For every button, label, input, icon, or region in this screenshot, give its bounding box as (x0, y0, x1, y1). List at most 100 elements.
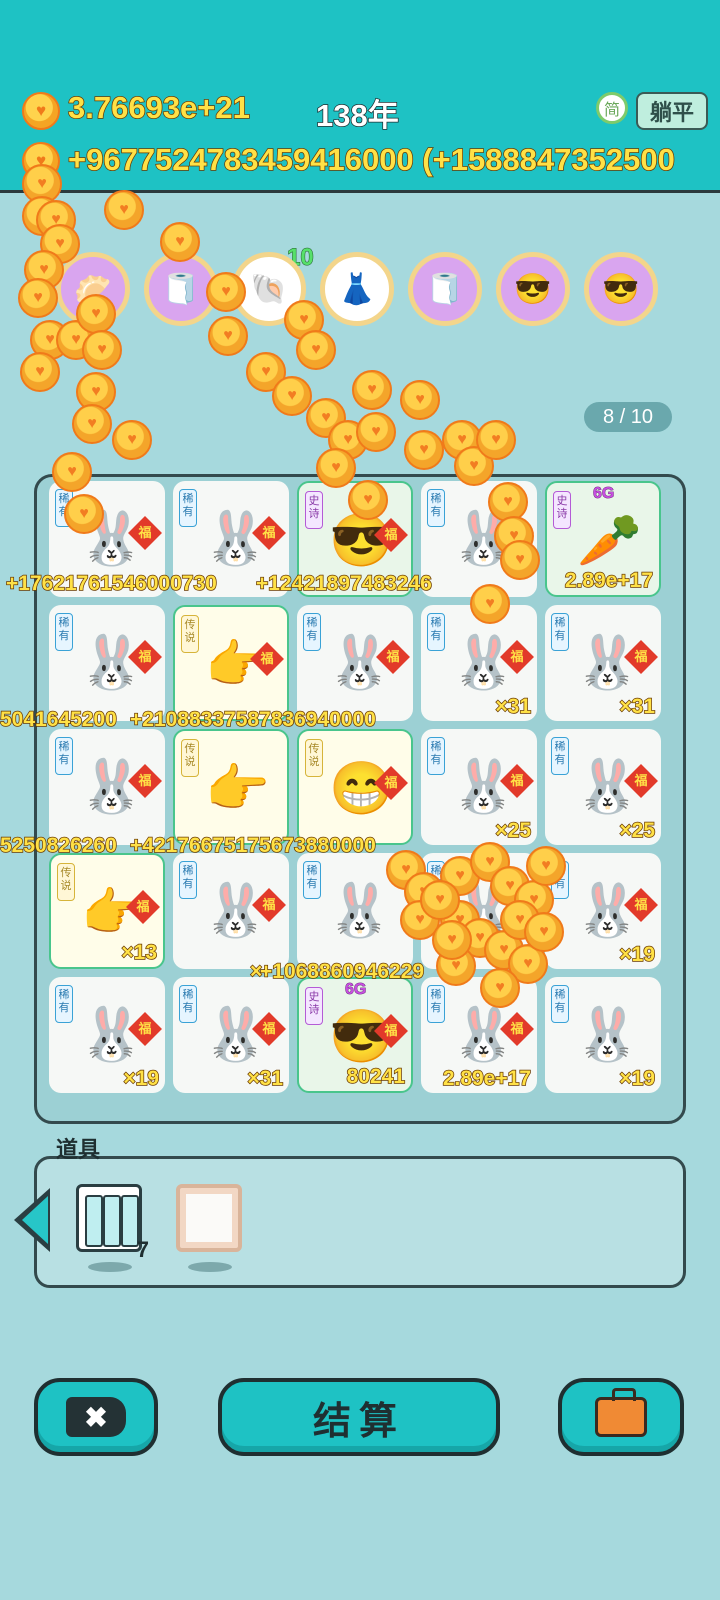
board-cell-legend[interactable]: 传说 👉 福 ×13 (49, 853, 165, 969)
board-cell-legend[interactable]: 传说 👉 福 (173, 605, 289, 721)
floating-gain-3: 5041645200 (0, 707, 118, 732)
flying-coin-icon: ♥ (400, 380, 440, 420)
prop-shadow (188, 1262, 232, 1272)
board-cell-rare[interactable]: 稀有 🐰 福 ×25 (421, 729, 537, 845)
board-cell-rare[interactable]: 稀有 🐰 福 ×31 (173, 977, 289, 1093)
flying-coin-icon: ♥ (18, 278, 58, 318)
rarity-tag: 传说 (181, 739, 199, 777)
fu-label: 福 (262, 897, 276, 912)
fu-diamond-icon: 福 (128, 1012, 162, 1046)
rarity-tag: 史诗 (305, 491, 323, 529)
cell-value: ×31 (495, 694, 532, 719)
rarity-tag: 稀有 (55, 737, 73, 775)
props-title: 道具 (56, 1137, 101, 1162)
rarity-tag: 稀有 (427, 489, 445, 527)
board-cell-rare[interactable]: 稀有 🐰 福 ×31 (545, 605, 661, 721)
fu-label: 福 (262, 525, 276, 540)
board-cell-rare[interactable]: 稀有 🐰 福 2.89e+17 (421, 977, 537, 1093)
board-cell-epic[interactable]: 史诗 6G 😎 福 80241 (297, 977, 413, 1093)
flying-coin-icon: ♥ (316, 448, 356, 488)
close-button[interactable]: ✖ (34, 1378, 158, 1456)
pointing-hand-icon: 👉 (205, 760, 270, 818)
fu-label: 福 (384, 775, 398, 790)
battery-prop-count: 7 (136, 1237, 149, 1262)
settle-button[interactable]: 结算 (218, 1378, 500, 1456)
floating-gain-4: +21088337587836940000 (129, 707, 376, 732)
fu-diamond-icon: 福 (252, 1012, 286, 1046)
fu-diamond-icon: 福 (374, 1014, 408, 1048)
flying-coin-icon: ♥ (206, 272, 246, 312)
flying-coin-icon: ♥ (352, 370, 392, 410)
rarity-tag: 传说 (181, 615, 199, 653)
floating-gain-2: +12421897483246 (255, 571, 432, 596)
props-prev-arrow-inner (22, 1196, 48, 1244)
rabbit-icon: 🐰 (327, 882, 392, 940)
fu-diamond-icon: 福 (126, 890, 160, 924)
cell-value: ×19 (619, 942, 656, 967)
badge-row: 10 🥟 🧻 🐚 👗 🧻 😎 😎 (56, 244, 676, 332)
board-cell-rare[interactable]: 稀有 🐰 福 ×31 (421, 605, 537, 721)
rarity-tag: 稀有 (179, 985, 197, 1023)
flying-coin-icon: ♥ (432, 920, 472, 960)
cell-value: ×13 (121, 940, 158, 965)
flying-coin-icon: ♥ (296, 330, 336, 370)
flying-coin-icon: ♥ (476, 420, 516, 460)
fu-label: 福 (138, 525, 152, 540)
rarity-tag: 稀有 (303, 613, 321, 651)
fu-diamond-icon: 福 (500, 1012, 534, 1046)
fu-diamond-icon: 福 (624, 640, 658, 674)
fu-label: 福 (138, 773, 152, 788)
fu-label: 福 (138, 649, 152, 664)
board-cell-rare[interactable]: 稀有🐰福 (173, 853, 289, 969)
fu-label: 福 (386, 649, 400, 664)
fu-diamond-icon: 福 (624, 764, 658, 798)
flying-coin-icon: ♥ (20, 352, 60, 392)
language-toggle-button[interactable]: 简 (596, 92, 628, 124)
cool-character-icon[interactable]: 😎 (584, 252, 658, 326)
fu-label: 福 (510, 1021, 524, 1036)
close-icon: ✖ (66, 1397, 126, 1437)
board-cell-rare[interactable]: 稀有 🐰 福 ×25 (545, 729, 661, 845)
rarity-tag: 史诗 (305, 987, 323, 1025)
fu-diamond-icon: 福 (252, 888, 286, 922)
frame-prop[interactable] (176, 1184, 242, 1252)
cell-value: 2.89e+17 (564, 568, 654, 593)
rabbit-icon: 🐰 (575, 1006, 640, 1064)
skirt-icon[interactable]: 👗 (320, 252, 394, 326)
cell-value: 2.89e+17 (442, 1066, 532, 1091)
fu-label: 福 (138, 1021, 152, 1036)
battery-prop[interactable]: 7 (76, 1184, 149, 1262)
income-rate: +9677524783459416000 (+1588847352500 (67, 141, 675, 178)
board-cell-rare[interactable]: 稀有🐰福 (297, 605, 413, 721)
floating-gain-6: +42176675175673880000 (129, 833, 376, 858)
bag-button[interactable] (558, 1378, 684, 1456)
flying-coin-icon: ♥ (500, 540, 540, 580)
rarity-tag: 稀有 (179, 861, 197, 899)
flying-coin-icon: ♥ (404, 430, 444, 470)
floating-gain-8: +1068860946229 (259, 959, 425, 984)
board-cell-rare[interactable]: 稀有 🐰 ×19 (545, 977, 661, 1093)
cell-value: ×31 (247, 1066, 284, 1091)
board-cell-epic[interactable]: 史诗 6G 🥕 2.89e+17 (545, 481, 661, 597)
board-cell-legend[interactable]: 传说 😁 福 (297, 729, 413, 845)
cool-character-icon[interactable]: 😎 (496, 252, 570, 326)
flying-coin-icon: ♥ (208, 316, 248, 356)
fu-label: 福 (634, 649, 648, 664)
lie-flat-button[interactable]: 躺平 (636, 92, 708, 130)
rarity-tag: 稀有 (427, 737, 445, 775)
flying-coin-icon: ♥ (420, 880, 460, 920)
cell-value: ×31 (619, 694, 656, 719)
fu-label: 福 (510, 773, 524, 788)
board-cell-rare[interactable]: 稀有🐰福 (49, 605, 165, 721)
fu-diamond-icon: 福 (374, 518, 408, 552)
board-cell-rare[interactable]: 稀有🐰福×19 (49, 977, 165, 1093)
board-cell-legend[interactable]: 传说 👉 (173, 729, 289, 845)
frame-inner-icon (186, 1194, 232, 1242)
rarity-tag: 传说 (57, 863, 75, 901)
tissue-box-icon[interactable]: 🧻 (408, 252, 482, 326)
board-cell-rare[interactable]: 稀有🐰福 (49, 729, 165, 845)
fu-diamond-icon: 福 (500, 764, 534, 798)
fu-label: 福 (260, 651, 274, 666)
fu-diamond-icon: 福 (252, 516, 286, 550)
rarity-tag: 稀有 (551, 737, 569, 775)
